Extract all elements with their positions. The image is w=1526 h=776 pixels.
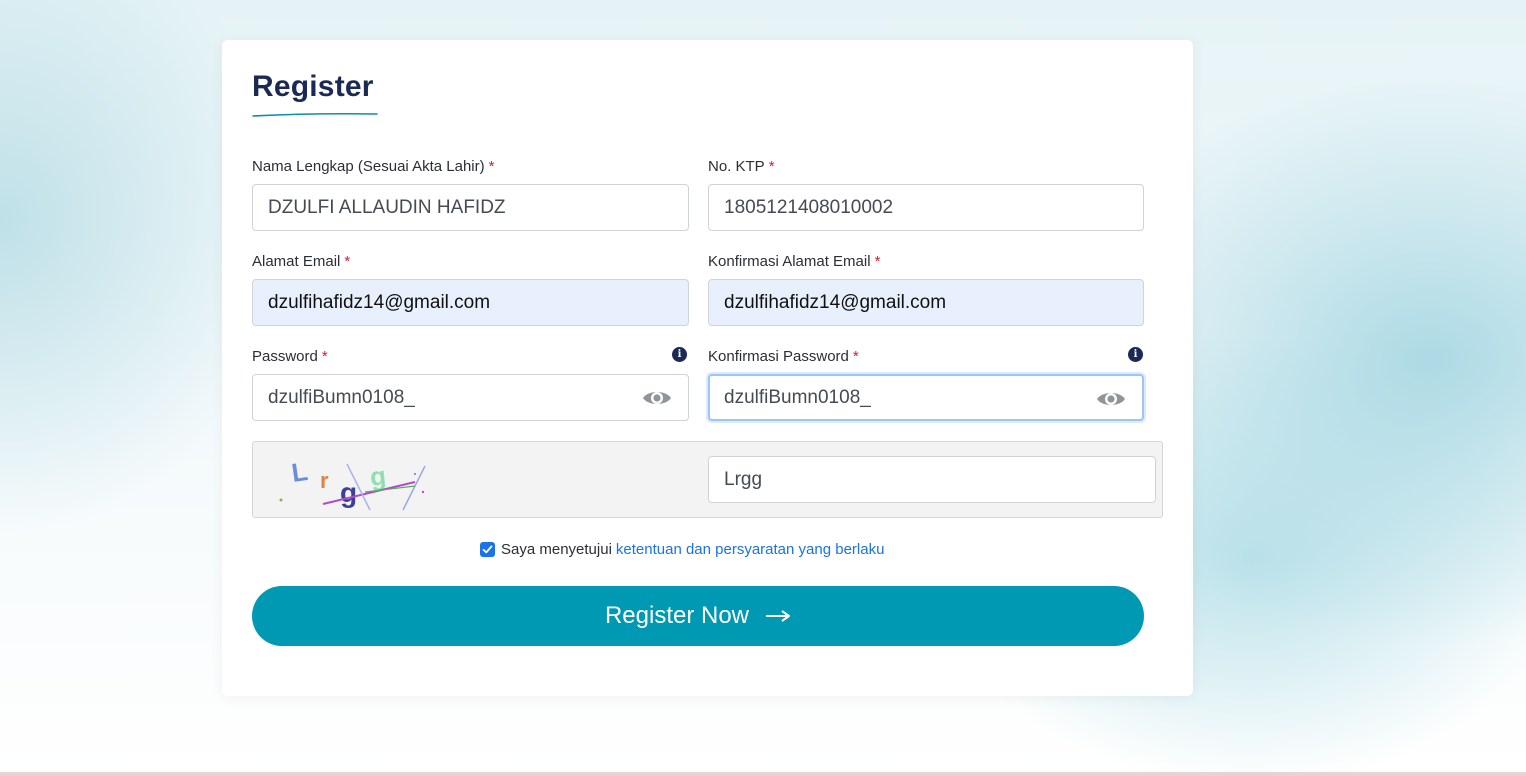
password-confirm-value: dzulfiBumn0108_ [724,386,871,408]
ktp-label: No. KTP * [708,158,775,175]
full-name-label: Nama Lengkap (Sesuai Akta Lahir) * [252,158,494,175]
email-value: dzulfihafidz14@gmail.com [268,291,491,313]
captcha-input[interactable]: Lrgg [708,456,1156,503]
full-name-label-text: Nama Lengkap (Sesuai Akta Lahir) [252,158,485,175]
email-label: Alamat Email * [252,253,350,270]
required-marker: * [488,158,495,175]
password-confirm-label-text: Konfirmasi Password [708,348,849,365]
email-confirm-label-text: Konfirmasi Alamat Email [708,253,871,270]
register-card: Register Nama Lengkap (Sesuai Akta Lahir… [222,40,1193,696]
password-confirm-label: Konfirmasi Password * [708,348,859,365]
terms-link[interactable]: ketentuan dan persyaratan yang berlaku [616,541,885,558]
eye-icon[interactable] [1096,388,1126,410]
svg-text:g: g [368,460,387,491]
required-marker: * [768,158,775,175]
arrow-right-icon [766,610,791,622]
agreement-checkbox[interactable] [480,541,495,557]
title-underline [252,112,378,117]
required-marker: * [874,253,881,270]
page-bottom-border [0,772,1526,776]
password-confirm-input[interactable]: dzulfiBumn0108_ [708,374,1144,421]
email-confirm-value: dzulfihafidz14@gmail.com [724,291,947,313]
ktp-value: 1805121408010002 [724,196,894,218]
register-now-label: Register Now [604,602,750,629]
password-confirm-info-icon[interactable]: i [1128,347,1143,362]
required-marker: * [344,253,351,270]
svg-text:g: g [340,477,357,508]
eye-icon[interactable] [642,387,672,409]
ktp-input[interactable]: 1805121408010002 [708,184,1144,231]
full-name-input[interactable]: DZULFI ALLAUDIN HAFIDZ [252,184,689,231]
captcha-section: L r g g Lrgg [252,441,1163,518]
password-info-icon[interactable]: i [672,347,687,362]
check-icon [482,545,493,553]
password-label: Password * [252,348,328,365]
svg-text:r: r [320,468,329,493]
agreement-text: Saya menyetujui [501,540,612,558]
email-input[interactable]: dzulfihafidz14@gmail.com [252,279,689,326]
agreement-row: Saya menyetujui ketentuan dan persyarata… [480,538,884,560]
page-title: Register [252,70,374,103]
svg-text:L: L [290,456,310,488]
email-label-text: Alamat Email [252,253,341,270]
register-now-button[interactable]: Register Now [252,586,1144,646]
email-confirm-label: Konfirmasi Alamat Email * [708,253,880,270]
full-name-value: DZULFI ALLAUDIN HAFIDZ [268,196,506,218]
required-marker: * [852,348,859,365]
captcha-image: L r g g [279,456,426,511]
email-confirm-input[interactable]: dzulfihafidz14@gmail.com [708,279,1144,326]
ktp-label-text: No. KTP [708,158,765,175]
captcha-value: Lrgg [724,468,763,490]
required-marker: * [321,348,328,365]
password-value: dzulfiBumn0108_ [268,386,415,408]
password-label-text: Password [252,348,318,365]
password-input[interactable]: dzulfiBumn0108_ [252,374,689,421]
